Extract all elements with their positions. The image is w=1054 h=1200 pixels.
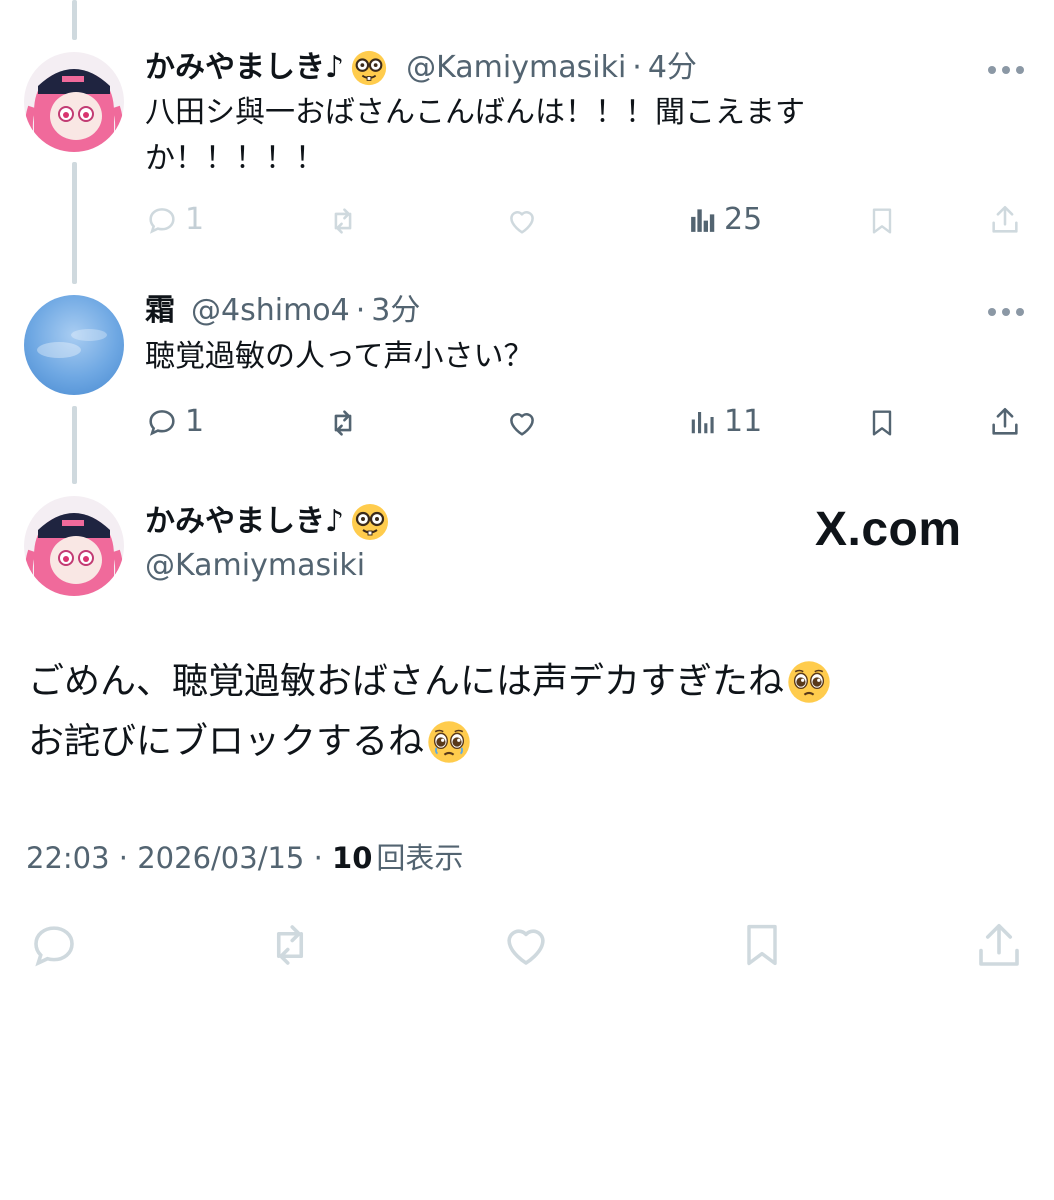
views-count: 11 [724, 404, 763, 439]
bookmark-icon [747, 924, 777, 966]
reply-count: 1 [185, 202, 205, 237]
more-dot-icon [1002, 66, 1010, 74]
pleading-face-icon [786, 659, 832, 705]
post-time[interactable]: 4分 [648, 48, 697, 88]
nerd-face-icon [350, 502, 390, 542]
bookmark-icon [872, 410, 892, 436]
bookmark-button[interactable] [866, 406, 898, 440]
post-meta: 22:03 · 2026/03/15 · 10 回表示 [26, 838, 463, 878]
author-handle[interactable]: @Kamiymasiki [145, 544, 390, 588]
post-text: 聴覚過敏の人って声小さい？ [145, 334, 865, 380]
repost-icon [276, 925, 304, 965]
share-icon [992, 205, 1018, 233]
views-label: 回表示 [376, 841, 464, 875]
reply-icon [149, 409, 175, 436]
avatar-image [24, 496, 124, 596]
separator-dot: · [632, 50, 642, 85]
views-count: 25 [724, 202, 763, 237]
repost-icon [334, 208, 352, 234]
share-button[interactable] [988, 404, 1022, 440]
author-name[interactable]: かみやましき♪ [145, 48, 344, 88]
separator-dot: · [118, 841, 129, 875]
avatar-image [24, 295, 124, 395]
post-text-segment: ごめん、聴覚過敏おばさんには声デカすぎたね [28, 661, 785, 702]
views-icon [691, 411, 714, 433]
views-icon [691, 208, 715, 232]
author-name[interactable]: 霜 [145, 291, 175, 331]
post-text-line: お詫びにブロックするね [28, 712, 832, 772]
post-text-segment: お詫びにブロックするね [28, 721, 425, 762]
reply-count: 1 [185, 404, 205, 439]
views-button[interactable]: 11 [688, 404, 762, 439]
more-options-button[interactable] [988, 308, 1024, 316]
bookmark-button[interactable] [866, 204, 898, 238]
avatar[interactable] [24, 295, 124, 395]
post-header: 霜 @4shimo4 · 3分 [145, 291, 420, 331]
share-button[interactable] [988, 202, 1022, 238]
bookmark-icon [872, 208, 892, 234]
repost-icon [334, 410, 352, 436]
more-options-button[interactable] [988, 66, 1024, 74]
heart-icon [510, 413, 534, 436]
post-text-line: ごめん、聴覚過敏おばさんには声デカすぎたね [28, 652, 832, 712]
pleading-face-icon [426, 719, 472, 765]
share-icon [992, 407, 1018, 435]
post-text-line: 八田シ與一おばさんこんばんは！！！聞こえます [145, 95, 805, 130]
heart-icon [510, 211, 534, 234]
more-dot-icon [1016, 308, 1024, 316]
more-dot-icon [1002, 308, 1010, 316]
post-date[interactable]: 2026/03/15 [137, 841, 304, 875]
reply-button[interactable]: 1 [145, 202, 204, 237]
reply-icon [34, 926, 74, 967]
reply-icon [149, 207, 175, 234]
post-header: かみやましき♪ @Kamiymasiki · 4分 [145, 48, 697, 88]
x-com-watermark: X.com [815, 503, 962, 556]
author-name-row: かみやましき♪ [145, 500, 390, 544]
avatar-image [24, 52, 124, 152]
separator-dot: · [313, 841, 323, 875]
thread-connector-line [72, 406, 77, 484]
more-dot-icon [988, 308, 996, 316]
repost-button[interactable] [325, 406, 361, 440]
more-dot-icon [1016, 66, 1024, 74]
heart-icon [507, 929, 545, 965]
main-post-header: かみやましき♪ @Kamiymasiki [145, 500, 390, 588]
post-time[interactable]: 3分 [371, 291, 420, 331]
avatar[interactable] [24, 496, 124, 596]
reply-button[interactable] [26, 918, 82, 976]
post-text-line: か！！！！！ [145, 141, 325, 176]
repost-button[interactable] [260, 918, 320, 976]
views-count: 10 [332, 841, 373, 875]
avatar[interactable] [24, 52, 124, 152]
author-name[interactable]: かみやましき♪ [145, 500, 344, 544]
post-text-line: 聴覚過敏の人って声小さい？ [145, 339, 534, 374]
share-button[interactable] [972, 918, 1026, 978]
reply-button[interactable]: 1 [145, 404, 204, 439]
thread-connector-line [72, 162, 77, 284]
post-time[interactable]: 22:03 [26, 841, 110, 875]
author-handle[interactable]: @4shimo4 [191, 291, 350, 331]
post-text: 八田シ與一おばさんこんばんは！！！聞こえます か！！！！！ [145, 90, 865, 182]
repost-button[interactable] [325, 204, 361, 238]
share-icon [979, 923, 1019, 966]
main-post-text: ごめん、聴覚過敏おばさんには声デカすぎたね お詫びにブロックするね [28, 652, 832, 772]
author-handle[interactable]: @Kamiymasiki [406, 48, 626, 88]
like-button[interactable] [498, 918, 554, 976]
more-dot-icon [988, 66, 996, 74]
bookmark-button[interactable] [736, 918, 788, 976]
separator-dot: · [355, 293, 366, 328]
nerd-face-icon [350, 49, 388, 87]
views-button[interactable]: 25 [688, 202, 762, 237]
like-button[interactable] [504, 406, 540, 440]
like-button[interactable] [504, 204, 540, 238]
thread-connector-line [72, 0, 77, 40]
